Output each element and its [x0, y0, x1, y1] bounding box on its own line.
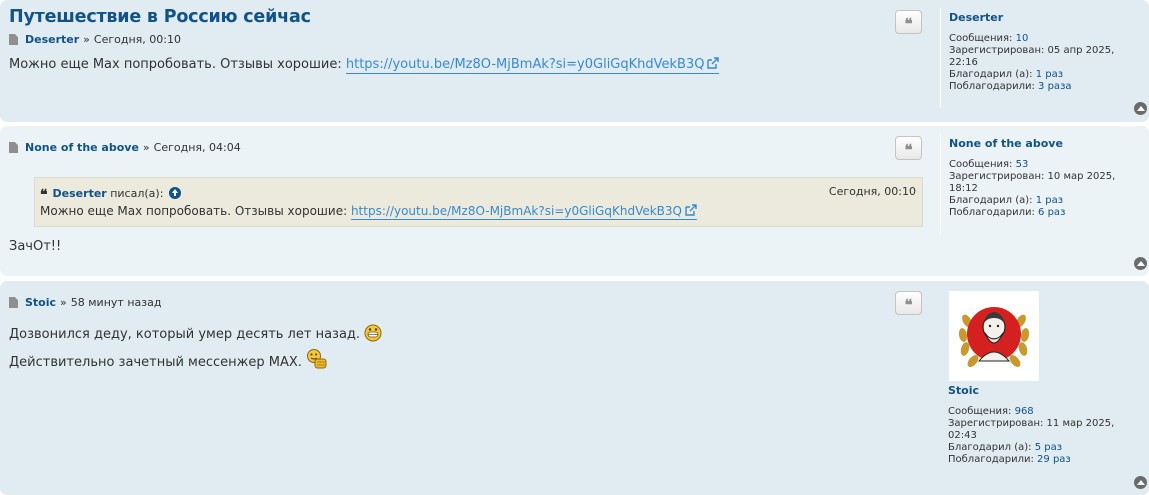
topic-title[interactable]: Путешествие в Россию сейчас — [9, 7, 311, 27]
back-to-top-icon[interactable] — [1134, 257, 1147, 270]
post-content: Можно еще Max попробовать. Отзывы хороши… — [9, 57, 720, 74]
post-content: Дозвонился деду, который умер десять лет… — [9, 321, 382, 376]
profile-posts-value[interactable]: 53 — [1016, 159, 1029, 170]
post-time: Сегодня, 00:10 — [93, 33, 181, 46]
back-to-top-icon[interactable] — [1134, 476, 1147, 489]
profile-posts-value[interactable]: 10 — [1016, 33, 1029, 44]
profile-got-thanks-value[interactable]: 3 раза — [1038, 81, 1071, 92]
profile-got-thanks: Поблагодарили: 29 раз — [948, 454, 1071, 465]
post-time: 58 минут назад — [70, 296, 162, 309]
profile-got-thanks-value[interactable]: 6 раз — [1038, 207, 1065, 218]
profile-username[interactable]: Deserter — [949, 11, 1003, 24]
post-author[interactable]: Deserter — [25, 33, 79, 46]
separator: » — [83, 33, 90, 46]
post-profile: Deserter Сообщения: 10 Зарегистрирован: … — [940, 8, 1140, 108]
quote-button[interactable]: ❝ — [895, 291, 922, 315]
post-3: Stoic » 58 минут назад Дозвонился деду, … — [0, 281, 1149, 495]
post-author-line: Stoic » 58 минут назад — [9, 296, 161, 309]
profile-got-thanks-value[interactable]: 29 раз — [1037, 454, 1071, 465]
document-icon[interactable] — [9, 142, 18, 153]
external-link[interactable]: https://youtu.be/Mz8O-MjBmAk?si=y0GliGqK… — [345, 57, 720, 74]
quote-author[interactable]: Deserter — [53, 187, 107, 200]
profile-registered: Зарегистрирован: 05 апр 2025, 22:16 — [949, 45, 1115, 68]
post-line-2: Действительно зачетный мессенжер MAX. — [9, 348, 382, 376]
profile-posts: Сообщения: 53 — [949, 159, 1029, 170]
post-author[interactable]: None of the above — [25, 141, 139, 154]
post-author[interactable]: Stoic — [25, 296, 56, 309]
post-time: Сегодня, 04:04 — [153, 141, 241, 154]
arrow-up-circle-icon[interactable] — [169, 187, 182, 199]
profile-thanked-value[interactable]: 1 раз — [1036, 195, 1063, 206]
quote-wrote: писал(а): — [110, 186, 164, 200]
external-link-icon — [685, 204, 697, 216]
post-2: None of the above » Сегодня, 04:04 ❝ Des… — [0, 126, 1149, 276]
post-line-1: Дозвонился деду, который умер десять лет… — [9, 321, 382, 348]
quote-button[interactable]: ❝ — [895, 10, 922, 34]
quote-icon: ❝ — [904, 296, 913, 314]
thumbs-up-smiley-icon — [306, 349, 327, 369]
quote-icon: ❝ — [904, 141, 913, 159]
document-icon[interactable] — [9, 34, 18, 45]
profile-registered: Зарегистрирован: 10 мар 2025, 18:12 — [949, 171, 1116, 194]
profile-thanked: Благодарил (а): 1 раз — [949, 69, 1064, 80]
profile-username[interactable]: Stoic — [948, 384, 979, 397]
post-profile: Stoic Сообщения: 968 Зарегистрирован: 11… — [940, 384, 1140, 474]
post-text: Можно еще Max попробовать. Отзывы хороши… — [9, 57, 342, 72]
quote-header: ❝ Deserter писал(а): — [40, 184, 182, 203]
separator: » — [142, 141, 150, 154]
post-text: ЗачОт!! — [9, 239, 62, 254]
quote-text: Можно еще Max попробовать. Отзывы хороши… — [40, 204, 697, 220]
profile-posts-value[interactable]: 968 — [1015, 406, 1034, 417]
profile-posts: Сообщения: 968 — [948, 406, 1034, 417]
external-link-icon — [707, 57, 720, 69]
post-1: Путешествие в Россию сейчас Deserter » С… — [0, 0, 1149, 122]
post-profile: None of the above Сообщения: 53 Зарегист… — [940, 134, 1140, 234]
quote-icon: ❝ — [904, 15, 913, 33]
quote-date: Сегодня, 00:10 — [828, 185, 916, 198]
separator: » — [60, 296, 67, 309]
avatar[interactable] — [949, 291, 1039, 381]
quote-button[interactable]: ❝ — [895, 136, 922, 160]
profile-thanked-value[interactable]: 1 раз — [1036, 69, 1063, 80]
avatar-image — [949, 291, 1039, 381]
grin-smiley-icon — [364, 324, 382, 342]
profile-posts: Сообщения: 10 — [949, 33, 1029, 44]
post-author-line: Deserter » Сегодня, 00:10 — [9, 33, 181, 46]
document-icon[interactable] — [9, 297, 18, 308]
quote-block: ❝ Deserter писал(а): Сегодня, 00:10 Можн… — [34, 177, 923, 227]
profile-thanked-value[interactable]: 5 раз — [1035, 442, 1062, 453]
post-content: ЗачОт!! — [9, 239, 61, 254]
profile-thanked: Благодарил (а): 1 раз — [949, 195, 1064, 206]
profile-username[interactable]: None of the above — [949, 137, 1063, 150]
link-text[interactable]: https://youtu.be/Mz8O-MjBmAk?si=y0GliGqK… — [346, 57, 705, 72]
profile-got-thanks: Поблагодарили: 6 раз — [949, 207, 1066, 218]
back-to-top-icon[interactable] — [1134, 102, 1147, 115]
external-link[interactable]: https://youtu.be/Mz8O-MjBmAk?si=y0GliGqK… — [350, 204, 697, 220]
profile-registered: Зарегистрирован: 11 мар 2025, 02:43 — [948, 418, 1115, 441]
link-text[interactable]: https://youtu.be/Mz8O-MjBmAk?si=y0GliGqK… — [351, 204, 682, 218]
post-author-line: None of the above » Сегодня, 04:04 — [9, 141, 241, 154]
profile-got-thanks: Поблагодарили: 3 раза — [949, 81, 1072, 92]
profile-thanked: Благодарил (а): 5 раз — [948, 442, 1063, 453]
quote-icon: ❝ — [40, 187, 48, 203]
